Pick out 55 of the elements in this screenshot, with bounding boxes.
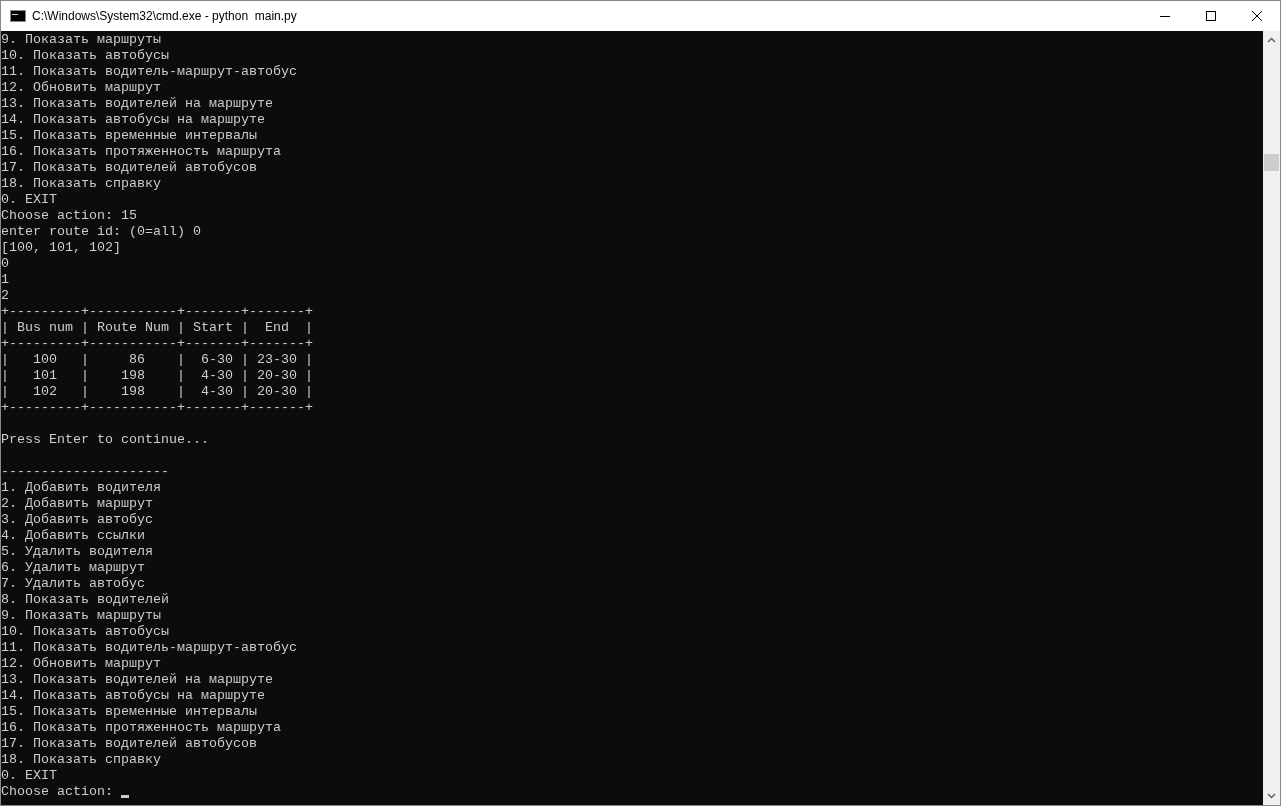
console-line: | 102 | 198 | 4-30 | 20-30 | xyxy=(1,384,313,399)
maximize-icon xyxy=(1206,11,1216,21)
console-line: 7. Удалить автобус xyxy=(1,576,145,591)
close-icon xyxy=(1252,11,1262,21)
scroll-down-icon[interactable] xyxy=(1267,793,1276,799)
console-line: 15. Показать временные интервалы xyxy=(1,704,257,719)
console-line: 0. EXIT xyxy=(1,192,57,207)
console-line: 18. Показать справку xyxy=(1,752,161,767)
console-line: 5. Удалить водителя xyxy=(1,544,153,559)
console-line: [100, 101, 102] xyxy=(1,240,121,255)
console-line: 14. Показать автобусы на маршруте xyxy=(1,688,265,703)
window-title: C:\Windows\System32\cmd.exe - python main.py xyxy=(32,8,297,25)
console-line: 11. Показать водитель-маршрут-автобус xyxy=(1,64,297,79)
console-line: Choose action: 15 xyxy=(1,208,137,223)
console-line: 12. Обновить маршрут xyxy=(1,656,161,671)
console-line: 16. Показать протяженность маршрута xyxy=(1,144,281,159)
console-line: 12. Обновить маршрут xyxy=(1,80,161,95)
console-line: | Bus num | Route Num | Start | End | xyxy=(1,320,313,335)
console-line: +---------+-----------+-------+-------+ xyxy=(1,400,313,415)
console-line: 13. Показать водителей на маршруте xyxy=(1,672,273,687)
scrollbar-thumb[interactable] xyxy=(1264,154,1279,171)
console-line: | 100 | 86 | 6-30 | 23-30 | xyxy=(1,352,313,367)
scroll-up-icon[interactable] xyxy=(1267,37,1276,43)
console-line: 4. Добавить ссылки xyxy=(1,528,145,543)
console-line: +---------+-----------+-------+-------+ xyxy=(1,336,313,351)
console-line: 1 xyxy=(1,272,9,287)
console-line: 16. Показать протяженность маршрута xyxy=(1,720,281,735)
console-line: | 101 | 198 | 4-30 | 20-30 | xyxy=(1,368,313,383)
console-line: 0 xyxy=(1,256,9,271)
console-line: 8. Показать водителей xyxy=(1,592,169,607)
console-line: 1. Добавить водителя xyxy=(1,480,161,495)
console-line: 2. Добавить маршрут xyxy=(1,496,153,511)
console-line: enter route id: (0=all) 0 xyxy=(1,224,201,239)
console-line: 15. Показать временные интервалы xyxy=(1,128,257,143)
console-line: 17. Показать водителей автобусов xyxy=(1,160,257,175)
console-line: Press Enter to continue... xyxy=(1,432,209,447)
console-line: 6. Удалить маршрут xyxy=(1,560,145,575)
console-line: 14. Показать автобусы на маршруте xyxy=(1,112,265,127)
scrollbar[interactable] xyxy=(1263,31,1280,805)
text-cursor xyxy=(121,795,129,798)
console-line: 3. Добавить автобус xyxy=(1,512,153,527)
console-line: 10. Показать автобусы xyxy=(1,624,169,639)
console-line: 17. Показать водителей автобусов xyxy=(1,736,257,751)
console-line: 13. Показать водителей на маршруте xyxy=(1,96,273,111)
console-line: 2 xyxy=(1,288,9,303)
console-line: +---------+-----------+-------+-------+ xyxy=(1,304,313,319)
console-line: 11. Показать водитель-маршрут-автобус xyxy=(1,640,297,655)
console-app-icon xyxy=(10,10,26,22)
console-line: 10. Показать автобусы xyxy=(1,48,169,63)
console-line: 18. Показать справку xyxy=(1,176,161,191)
console-line: 9. Показать маршруты xyxy=(1,32,161,47)
console-line: Choose action: xyxy=(1,784,114,800)
console-line: 0. EXIT xyxy=(1,768,57,783)
console-line: --------------------- xyxy=(1,464,169,479)
console-line: 9. Показать маршруты xyxy=(1,608,161,623)
